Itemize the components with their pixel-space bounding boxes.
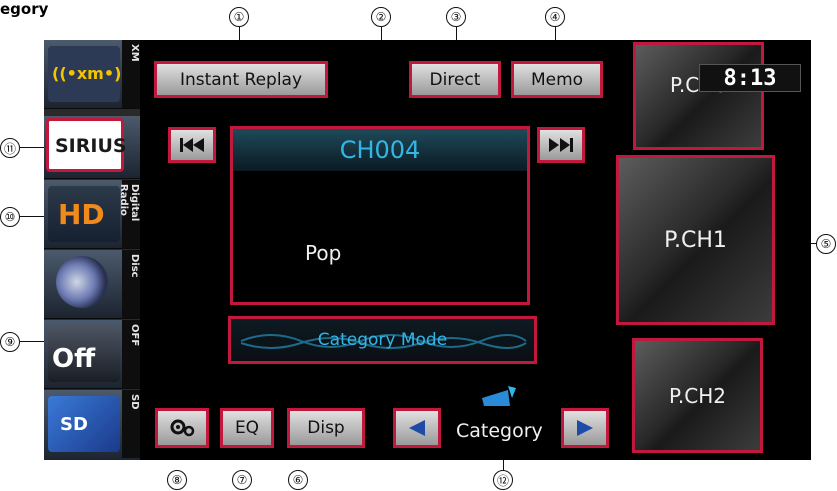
callout-6: ⑥ <box>288 470 308 490</box>
clock-display: 8:13 <box>699 64 801 92</box>
callout-5: ⑤ <box>816 234 836 254</box>
callout-12: ⑫ <box>493 470 513 490</box>
preset-channel-2[interactable]: P.CH2 <box>632 338 763 453</box>
power-off-icon: Off <box>48 326 120 382</box>
callout-9: ⑨ <box>0 332 20 352</box>
arrow-right-icon <box>577 420 593 436</box>
source-sidebar: ((•xm•)) XM SIRIUS HD Digital Radio Disc… <box>44 40 140 460</box>
device-screen: ((•xm•)) XM SIRIUS HD Digital Radio Disc… <box>44 40 811 460</box>
preset-channel-1[interactable]: P.CH1 <box>616 155 775 325</box>
preset-channel-0[interactable]: P.CH0 <box>633 42 764 150</box>
hd-radio-icon: HD <box>48 186 120 242</box>
gear-icon <box>170 419 195 437</box>
source-disc-label: Disc <box>122 250 140 318</box>
disp-button[interactable]: Disp <box>287 408 365 448</box>
source-sirius[interactable]: SIRIUS <box>44 116 140 179</box>
callout-10: ⑩ <box>0 207 20 227</box>
category-icon <box>480 384 520 408</box>
source-off-label: OFF <box>122 320 140 388</box>
eq-button[interactable]: EQ <box>220 408 274 448</box>
callout-8: ⑧ <box>167 470 187 490</box>
category-mode-label: Category Mode <box>317 330 448 350</box>
page-fragment-title: egory <box>0 0 49 18</box>
source-digital-label: Digital Radio <box>118 180 140 248</box>
source-sd[interactable]: SD SD <box>44 390 140 460</box>
seek-previous-button[interactable] <box>168 127 216 163</box>
channel-name: CH004 <box>233 129 527 171</box>
category-mode-indicator: Category Mode <box>228 316 537 364</box>
source-xm-label: XM <box>122 40 140 108</box>
settings-button[interactable] <box>155 408 209 448</box>
xm-logo-icon: ((•xm•)) <box>48 46 129 102</box>
category-previous-button[interactable] <box>393 408 441 448</box>
source-digital-radio[interactable]: HD Digital Radio <box>44 180 140 249</box>
callout-1: ① <box>229 7 249 27</box>
sd-card-icon: SD <box>48 396 120 452</box>
skip-next-icon <box>549 138 573 152</box>
category-label: Category <box>456 420 543 442</box>
source-sd-label: SD <box>122 390 140 458</box>
callout-2: ② <box>371 7 391 27</box>
source-disc[interactable]: Disc <box>44 250 140 319</box>
channel-category: Pop <box>305 241 342 265</box>
callout-11: ⑪ <box>0 138 20 158</box>
instant-replay-button[interactable]: Instant Replay <box>154 61 328 98</box>
category-next-button[interactable] <box>561 408 609 448</box>
callout-3: ③ <box>446 7 466 27</box>
arrow-left-icon <box>409 420 425 436</box>
seek-next-button[interactable] <box>537 127 585 163</box>
callout-7: ⑦ <box>232 470 252 490</box>
source-xm[interactable]: ((•xm•)) XM <box>44 40 140 109</box>
channel-info-panel: CH004 Pop <box>230 126 530 305</box>
disc-icon <box>56 256 108 308</box>
skip-previous-icon <box>180 138 204 152</box>
direct-button[interactable]: Direct <box>409 61 501 98</box>
callout-4: ④ <box>545 7 565 27</box>
leader-line-11 <box>20 147 46 148</box>
source-off[interactable]: Off OFF <box>44 320 140 389</box>
sirius-logo-icon: SIRIUS <box>46 118 127 172</box>
memo-button[interactable]: Memo <box>511 61 603 98</box>
